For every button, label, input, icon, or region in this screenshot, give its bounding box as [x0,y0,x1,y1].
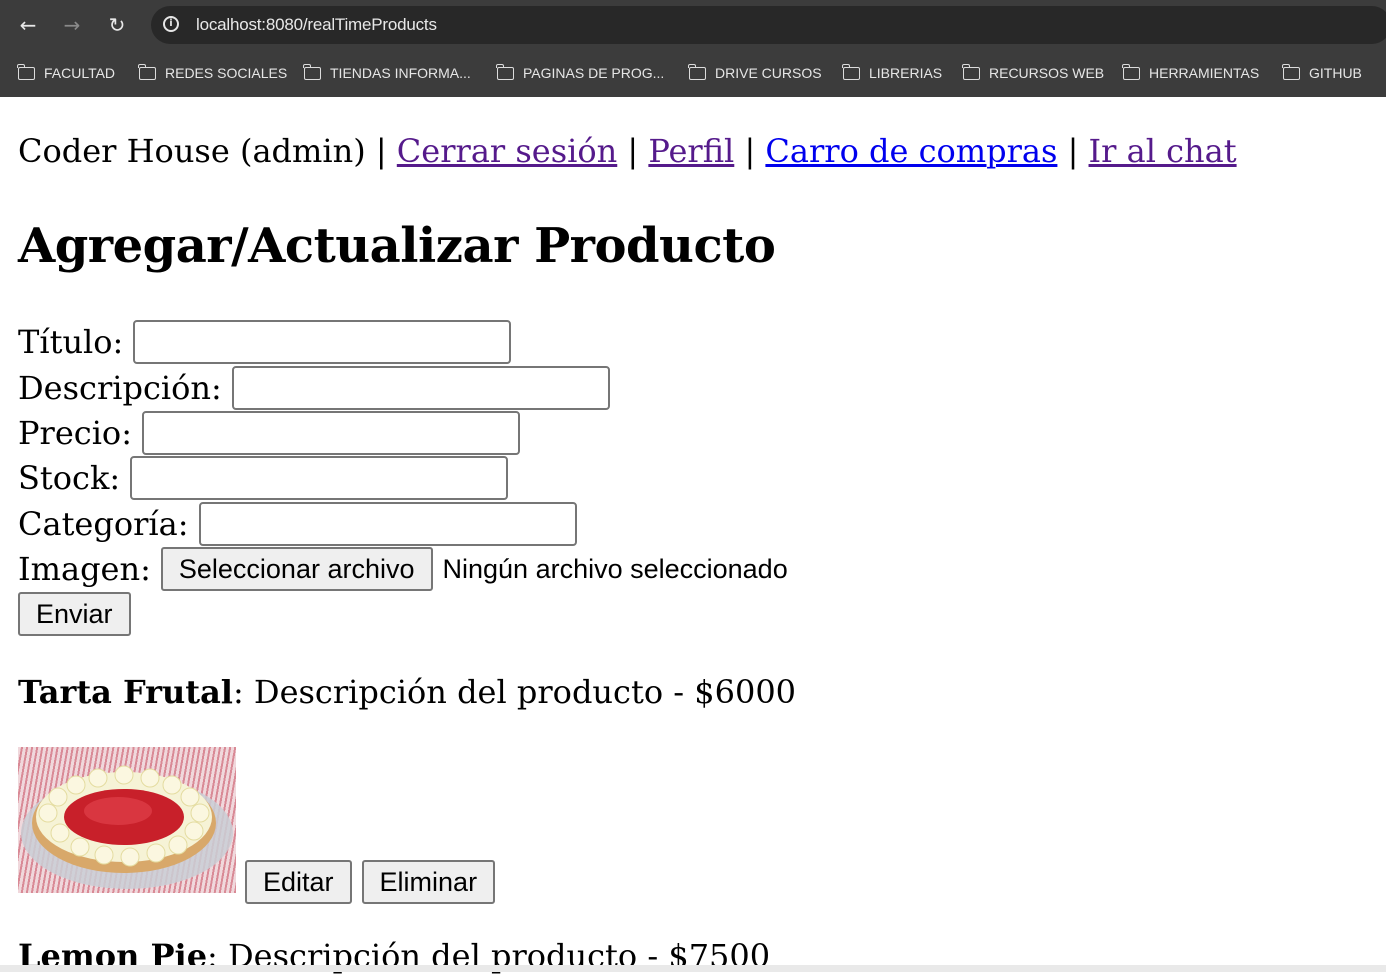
product-item: Tarta Frutal: Descripción del producto -… [18,673,796,711]
folder-icon [842,63,860,80]
forward-arrow-icon[interactable]: → [58,11,86,39]
titulo-input[interactable] [133,320,512,364]
folder-icon [138,63,156,80]
folder-icon [962,63,980,80]
bookmark-folder-drive-cursos[interactable]: DRIVE CURSOS [688,63,822,83]
stock-input[interactable] [130,456,509,500]
folder-icon [17,63,35,80]
field-imagen: Imagen: Seleccionar archivo Ningún archi… [18,546,788,592]
folder-icon [303,63,321,80]
folder-icon [1122,63,1140,80]
product-image [18,747,236,893]
separator: | [1067,132,1079,170]
user-label: Coder House (admin) [18,132,366,170]
bookmark-folder-facultad[interactable]: FACULTAD [17,63,115,83]
bookmark-folder-paginas[interactable]: PAGINAS DE PROG... [496,63,664,83]
submit-row: Enviar [18,591,131,637]
field-stock: Stock: [18,455,509,501]
browser-toolbar: ← → ↻ i localhost:8080/realTimeProducts [0,0,1386,49]
site-info-icon[interactable]: i [163,16,179,32]
stock-label: Stock: [18,459,121,497]
field-categoria: Categoría: [18,501,577,547]
bookmarks-bar: FACULTAD REDES SOCIALES TIENDAS INFORMA.… [0,49,1386,97]
tart-image [21,765,233,889]
bookmark-folder-librerias[interactable]: LIBRERIAS [842,63,942,83]
bookmark-folder-recursos-web[interactable]: RECURSOS WEB [962,63,1104,83]
folder-icon [1282,63,1300,80]
precio-label: Precio: [18,414,132,452]
bookmark-folder-redes-sociales[interactable]: REDES SOCIALES [138,63,287,83]
choose-file-button[interactable]: Seleccionar archivo [160,547,433,591]
bookmark-folder-tiendas[interactable]: TIENDAS INFORMA... [303,63,471,83]
imagen-label: Imagen: [18,550,151,588]
logout-link[interactable]: Cerrar sesión [397,132,617,170]
profile-link[interactable]: Perfil [648,132,734,170]
delete-button[interactable]: Eliminar [361,860,496,904]
product-actions: Editar Eliminar [245,860,496,904]
bookmark-folder-github[interactable]: GITHUB [1282,63,1362,83]
back-arrow-icon[interactable]: ← [14,11,42,39]
user-nav: Coder House (admin) | Cerrar sesión | Pe… [18,132,1237,170]
page-title: Agregar/Actualizar Producto [18,218,776,274]
descripcion-label: Descripción: [18,369,222,407]
submit-button[interactable]: Enviar [18,592,131,636]
precio-input[interactable] [141,411,520,455]
folder-icon [688,63,706,80]
field-descripcion: Descripción: [18,365,610,411]
separator: | [744,132,756,170]
cart-link[interactable]: Carro de compras [765,132,1057,170]
descripcion-input[interactable] [231,366,610,410]
product-name: Tarta Frutal [18,673,233,711]
file-status: Ningún archivo seleccionado [442,553,788,584]
edit-button[interactable]: Editar [245,860,352,904]
address-bar[interactable]: i localhost:8080/realTimeProducts [151,6,1386,44]
bookmark-folder-herramientas[interactable]: HERRAMIENTAS [1122,63,1259,83]
horizontal-scrollbar[interactable] [0,965,1386,972]
url-text[interactable]: localhost:8080/realTimeProducts [196,15,437,35]
reload-icon[interactable]: ↻ [103,11,131,39]
separator: | [375,132,387,170]
folder-icon [496,63,514,80]
field-precio: Precio: [18,410,520,456]
titulo-label: Título: [18,323,124,361]
chat-link[interactable]: Ir al chat [1089,132,1237,170]
product-description: : Descripción del producto - $6000 [232,673,797,711]
categoria-label: Categoría: [18,505,189,543]
separator: | [627,132,639,170]
categoria-input[interactable] [198,502,577,546]
field-titulo: Título: [18,319,512,365]
